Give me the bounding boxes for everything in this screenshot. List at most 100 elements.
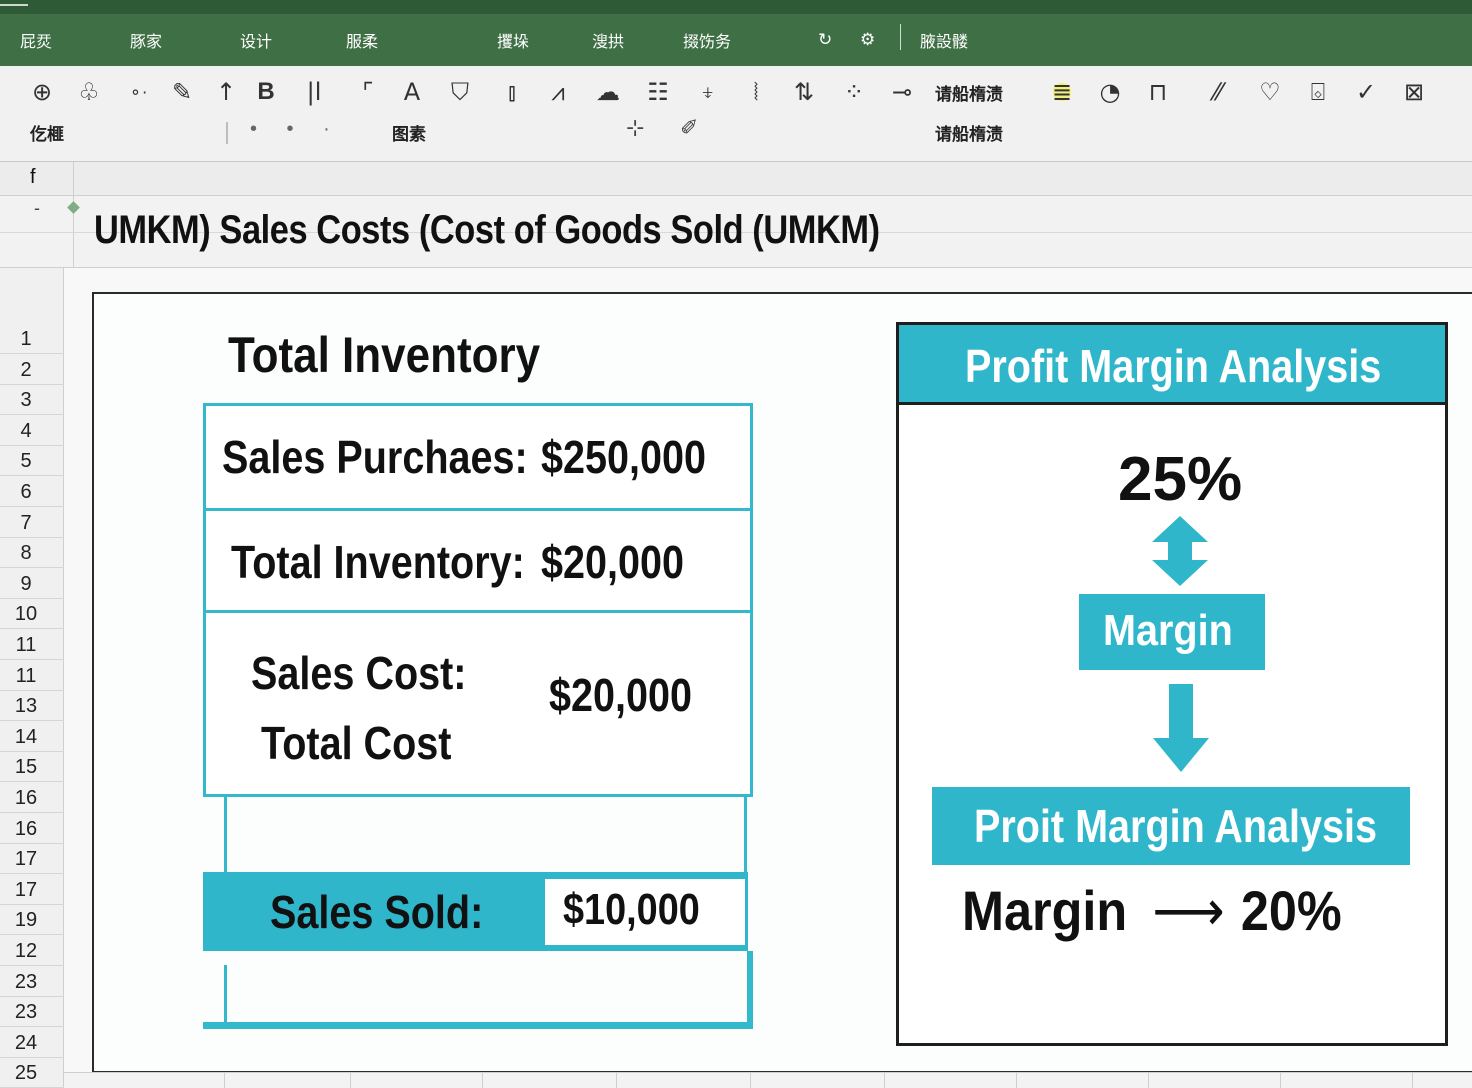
anchor-icon[interactable]: ⍖ [690,74,726,110]
image-icon[interactable]: ⊠ [1396,74,1432,110]
shapes-icon[interactable]: ♧ [71,74,107,110]
row-header[interactable]: 23 [0,967,64,997]
total-inventory-label: Total Inventory: [231,536,525,588]
frame-line [747,951,753,1029]
comment-icon[interactable]: ⌺ [1300,74,1336,110]
eraser-icon[interactable]: ✐ [680,116,698,141]
row-header[interactable]: 9 [0,569,64,599]
corner-icon[interactable]: ⌜ [350,74,386,110]
check-icon[interactable]: ✓ [1348,74,1384,110]
tab-3[interactable]: 设计 [240,28,272,52]
total-inventory-value[interactable]: $20,000 [541,535,684,589]
margin-result-percent[interactable]: 20% [1241,879,1342,942]
row-header[interactable]: 16 [0,814,64,844]
list-icon[interactable]: ☷ [640,74,676,110]
row-header[interactable]: 19 [0,905,64,936]
ribbon-toolbar: ⊕ ♧ ⚬· ✎ ↑ B |l ⌜ A ⛉ ⫾ ⩘ ☁ ☷ ⍖ ⦚ ⇅ ⁘ ⊸ … [0,66,1472,162]
row-header[interactable]: 4 [0,416,64,446]
slash-icon[interactable]: ⁄⁄ [1200,74,1236,110]
column-icon[interactable]: ⫾ [494,74,530,110]
tab-1[interactable]: 屁烎 [20,28,52,52]
row-marker: - [34,198,40,218]
column-divider [1148,1073,1149,1088]
inventory-heading: Total Inventory [228,327,541,383]
ribbon-tab-bar: 屁烎 豚家 设计 服柔 攫垛 溲拱 掇饬务 ↻ ⚙ 腋設髅 [0,0,1472,66]
title-row: - UMKM) Sales Costs (Cost of Goods Sold … [0,196,1472,268]
row-header[interactable]: 24 [0,1028,64,1058]
font-color-icon[interactable]: A [394,74,430,110]
plus-circle-icon[interactable]: ⊕ [24,74,60,110]
highlight-icon[interactable]: ≣ [1044,74,1080,110]
tab-extra[interactable]: 腋設髅 [920,28,968,52]
sales-cost-value[interactable]: $20,0​00 [549,668,692,722]
shield-icon[interactable]: ♡ [1252,74,1288,110]
cloud-icon[interactable]: ☁ [590,74,626,110]
line-icon[interactable]: |l [296,74,332,110]
top-percent[interactable]: 25% [1118,444,1242,515]
tab-4[interactable]: 服柔 [346,28,378,52]
column-divider [1016,1073,1017,1088]
name-box[interactable]: f [0,162,74,196]
analysis-label: Proit Margin Analysis [974,800,1378,852]
formula-bar: f [0,162,1472,196]
row-header[interactable]: 11 [0,630,64,660]
row-header[interactable]: 13 [0,691,64,722]
settings-icon[interactable]: ⚙ [860,30,875,50]
pencil-icon[interactable]: ✎ [164,74,200,110]
chart-icon[interactable]: ⩘ [540,74,576,110]
double-arrow-icon [1152,516,1208,586]
connector-icon[interactable]: ⁘ [836,74,872,110]
row-header[interactable]: 10 [0,599,64,630]
row-header[interactable]: 12 [0,936,64,966]
row-header[interactable]: 14 [0,722,64,752]
sales-cost-label: Sales Cost: [251,647,467,699]
row-header[interactable]: 8 [0,538,64,569]
briefcase-icon[interactable]: ⊓ [1140,74,1176,110]
column-divider [482,1073,483,1088]
bold-icon[interactable]: B [248,74,284,110]
purchases-value[interactable]: $250,000 [541,430,706,484]
sheet-title[interactable]: UMKM) Sales Costs (Cost of Goods Sold (U… [94,208,880,253]
row-header[interactable]: 17 [0,844,64,875]
row-header[interactable]: 6 [0,477,64,507]
tab-2[interactable]: 豚家 [130,28,162,52]
link-icon[interactable]: ⚬· [120,74,156,110]
fill-icon[interactable]: ⛉ [442,74,478,110]
total-cost-label: Total Cost [261,717,452,769]
toolbar-divider [226,122,228,144]
sales-sold-value[interactable]: $10,000 [563,885,700,935]
margin-box-label: Margin [1103,606,1233,655]
minus-icon[interactable]: ⊸ [884,74,920,110]
tab-6[interactable]: 溲拱 [592,28,624,52]
frame-line [224,797,227,874]
column-divider [750,1073,751,1088]
group-label-mid: 图素 [392,125,426,145]
row-header[interactable]: 2 [0,355,64,385]
row-header[interactable]: 17 [0,875,64,905]
curve-icon[interactable]: ⦚ [738,74,774,110]
chart-pie-icon[interactable]: ◔ [1092,74,1128,110]
row-header[interactable]: 11 [0,661,64,691]
row-header[interactable]: 25 [0,1058,64,1088]
tab-7[interactable]: 掇饬务 [683,28,731,52]
row-headers: 1 2 3 4 5 6 7 8 9 10 11 11 13 14 15 16 16 17 17 19 12 23 23 24 2… [0,268,64,1088]
column-divider [350,1073,351,1088]
row-header[interactable]: 7 [0,508,64,538]
arrow-up-icon[interactable]: ↑ [208,74,244,110]
crosshair-icon[interactable]: ⊹ [626,116,644,141]
column-divider [616,1073,617,1088]
sort-icon[interactable]: ⇅ [786,74,822,110]
style-label-top[interactable]: 请船楕渍 [935,80,1003,105]
bottom-grid [64,1072,1472,1088]
row-header[interactable]: 3 [0,385,64,416]
row-header[interactable]: 5 [0,446,64,477]
row-header[interactable]: 16 [0,783,64,813]
row-header[interactable]: 1 [0,324,64,354]
row-header[interactable]: 23 [0,997,64,1028]
row-header[interactable]: 15 [0,752,64,783]
arrow-down-icon [1153,684,1209,772]
tab-5[interactable]: 攫垛 [497,28,529,52]
profit-margin-header: Profit Margin Analysis [899,325,1445,405]
style-label-bottom: 请船楕渍 [935,125,1003,145]
refresh-icon[interactable]: ↻ [818,30,832,50]
